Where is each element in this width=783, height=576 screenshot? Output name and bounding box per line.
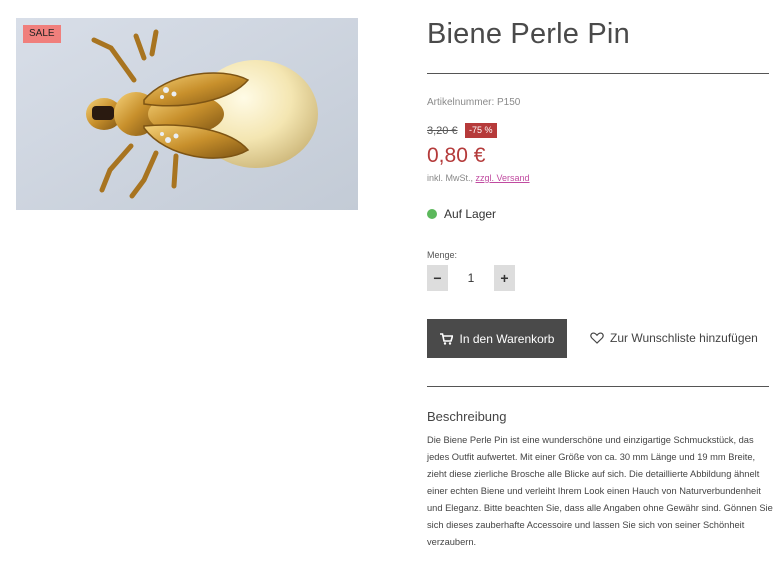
stock-status: Auf Lager — [427, 207, 496, 221]
shopping-cart-icon — [439, 332, 453, 345]
sale-badge: SALE — [23, 25, 61, 43]
add-to-wishlist-link[interactable]: Zur Wunschliste hinzufügen — [590, 331, 758, 345]
description-heading: Beschreibung — [427, 409, 507, 424]
stock-label: Auf Lager — [444, 207, 497, 221]
tax-info: inkl. MwSt., zzgl. Versand — [427, 173, 530, 183]
shipping-link[interactable]: zzgl. Versand — [476, 173, 530, 183]
quantity-label: Menge: — [427, 250, 458, 260]
sku-text: Artikelnummer: P150 — [427, 97, 521, 108]
tax-text: inkl. MwSt., — [427, 173, 476, 183]
add-to-cart-button[interactable]: In den Warenkorb — [427, 319, 567, 358]
product-image[interactable]: SALE — [16, 18, 358, 210]
current-price: 0,80 € — [427, 144, 486, 167]
bee-pearl-brooch-photo — [16, 18, 358, 210]
wishlist-label: Zur Wunschliste hinzufügen — [610, 331, 758, 345]
stock-indicator-icon — [427, 209, 437, 219]
description-divider — [427, 386, 769, 387]
product-title: Biene Perle Pin — [427, 18, 630, 50]
add-to-cart-label: In den Warenkorb — [459, 331, 555, 346]
old-price: 3,20 € — [427, 125, 458, 137]
quantity-input[interactable] — [448, 265, 494, 291]
quantity-increase-button[interactable]: + — [494, 265, 515, 291]
quantity-decrease-button[interactable]: − — [427, 265, 448, 291]
title-divider — [427, 73, 769, 74]
discount-badge: -75 % — [465, 123, 497, 138]
heart-icon — [590, 332, 604, 344]
description-text: Die Biene Perle Pin ist eine wunderschön… — [427, 435, 773, 547]
